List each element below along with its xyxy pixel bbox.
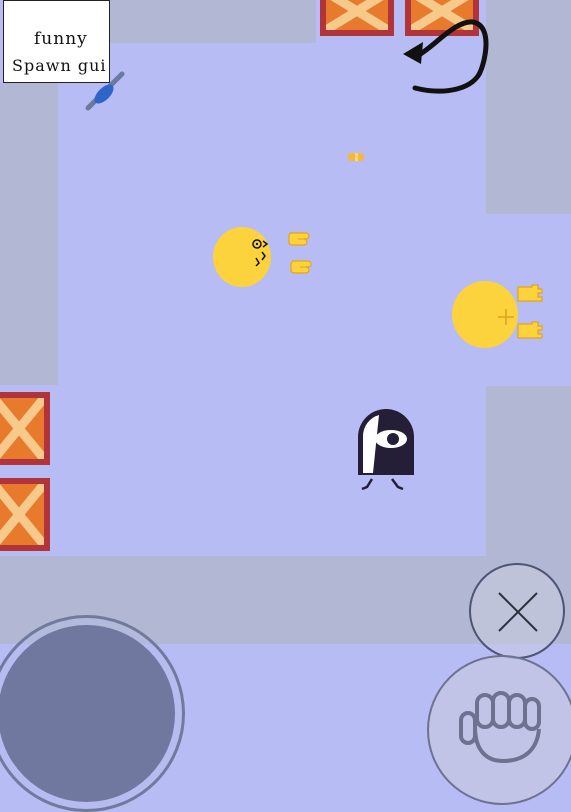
fist-icon	[459, 691, 541, 764]
wall-top-left	[108, 0, 316, 43]
crosshair-icon	[498, 309, 514, 325]
crate[interactable]	[0, 478, 50, 551]
x-icon	[498, 592, 538, 632]
spawn-note-line1: funny	[34, 29, 88, 49]
player-hand-icon	[288, 232, 310, 246]
hand-icon	[517, 321, 543, 339]
player-hand-icon	[290, 260, 312, 274]
wall-right-upper	[486, 0, 571, 214]
crate[interactable]	[320, 0, 394, 36]
wall-left-upper	[0, 83, 58, 385]
eye-ghost-enemy	[358, 409, 414, 491]
spoon-item[interactable]	[82, 68, 128, 114]
grab-button[interactable]	[427, 655, 571, 805]
crate[interactable]	[0, 392, 50, 465]
cancel-button[interactable]	[469, 563, 565, 659]
player-face	[252, 239, 269, 267]
bullet-item[interactable]	[347, 150, 367, 164]
rotate-arrow-icon[interactable]	[395, 12, 495, 102]
hand-icon	[517, 284, 543, 302]
joystick-thumb[interactable]	[0, 625, 175, 802]
